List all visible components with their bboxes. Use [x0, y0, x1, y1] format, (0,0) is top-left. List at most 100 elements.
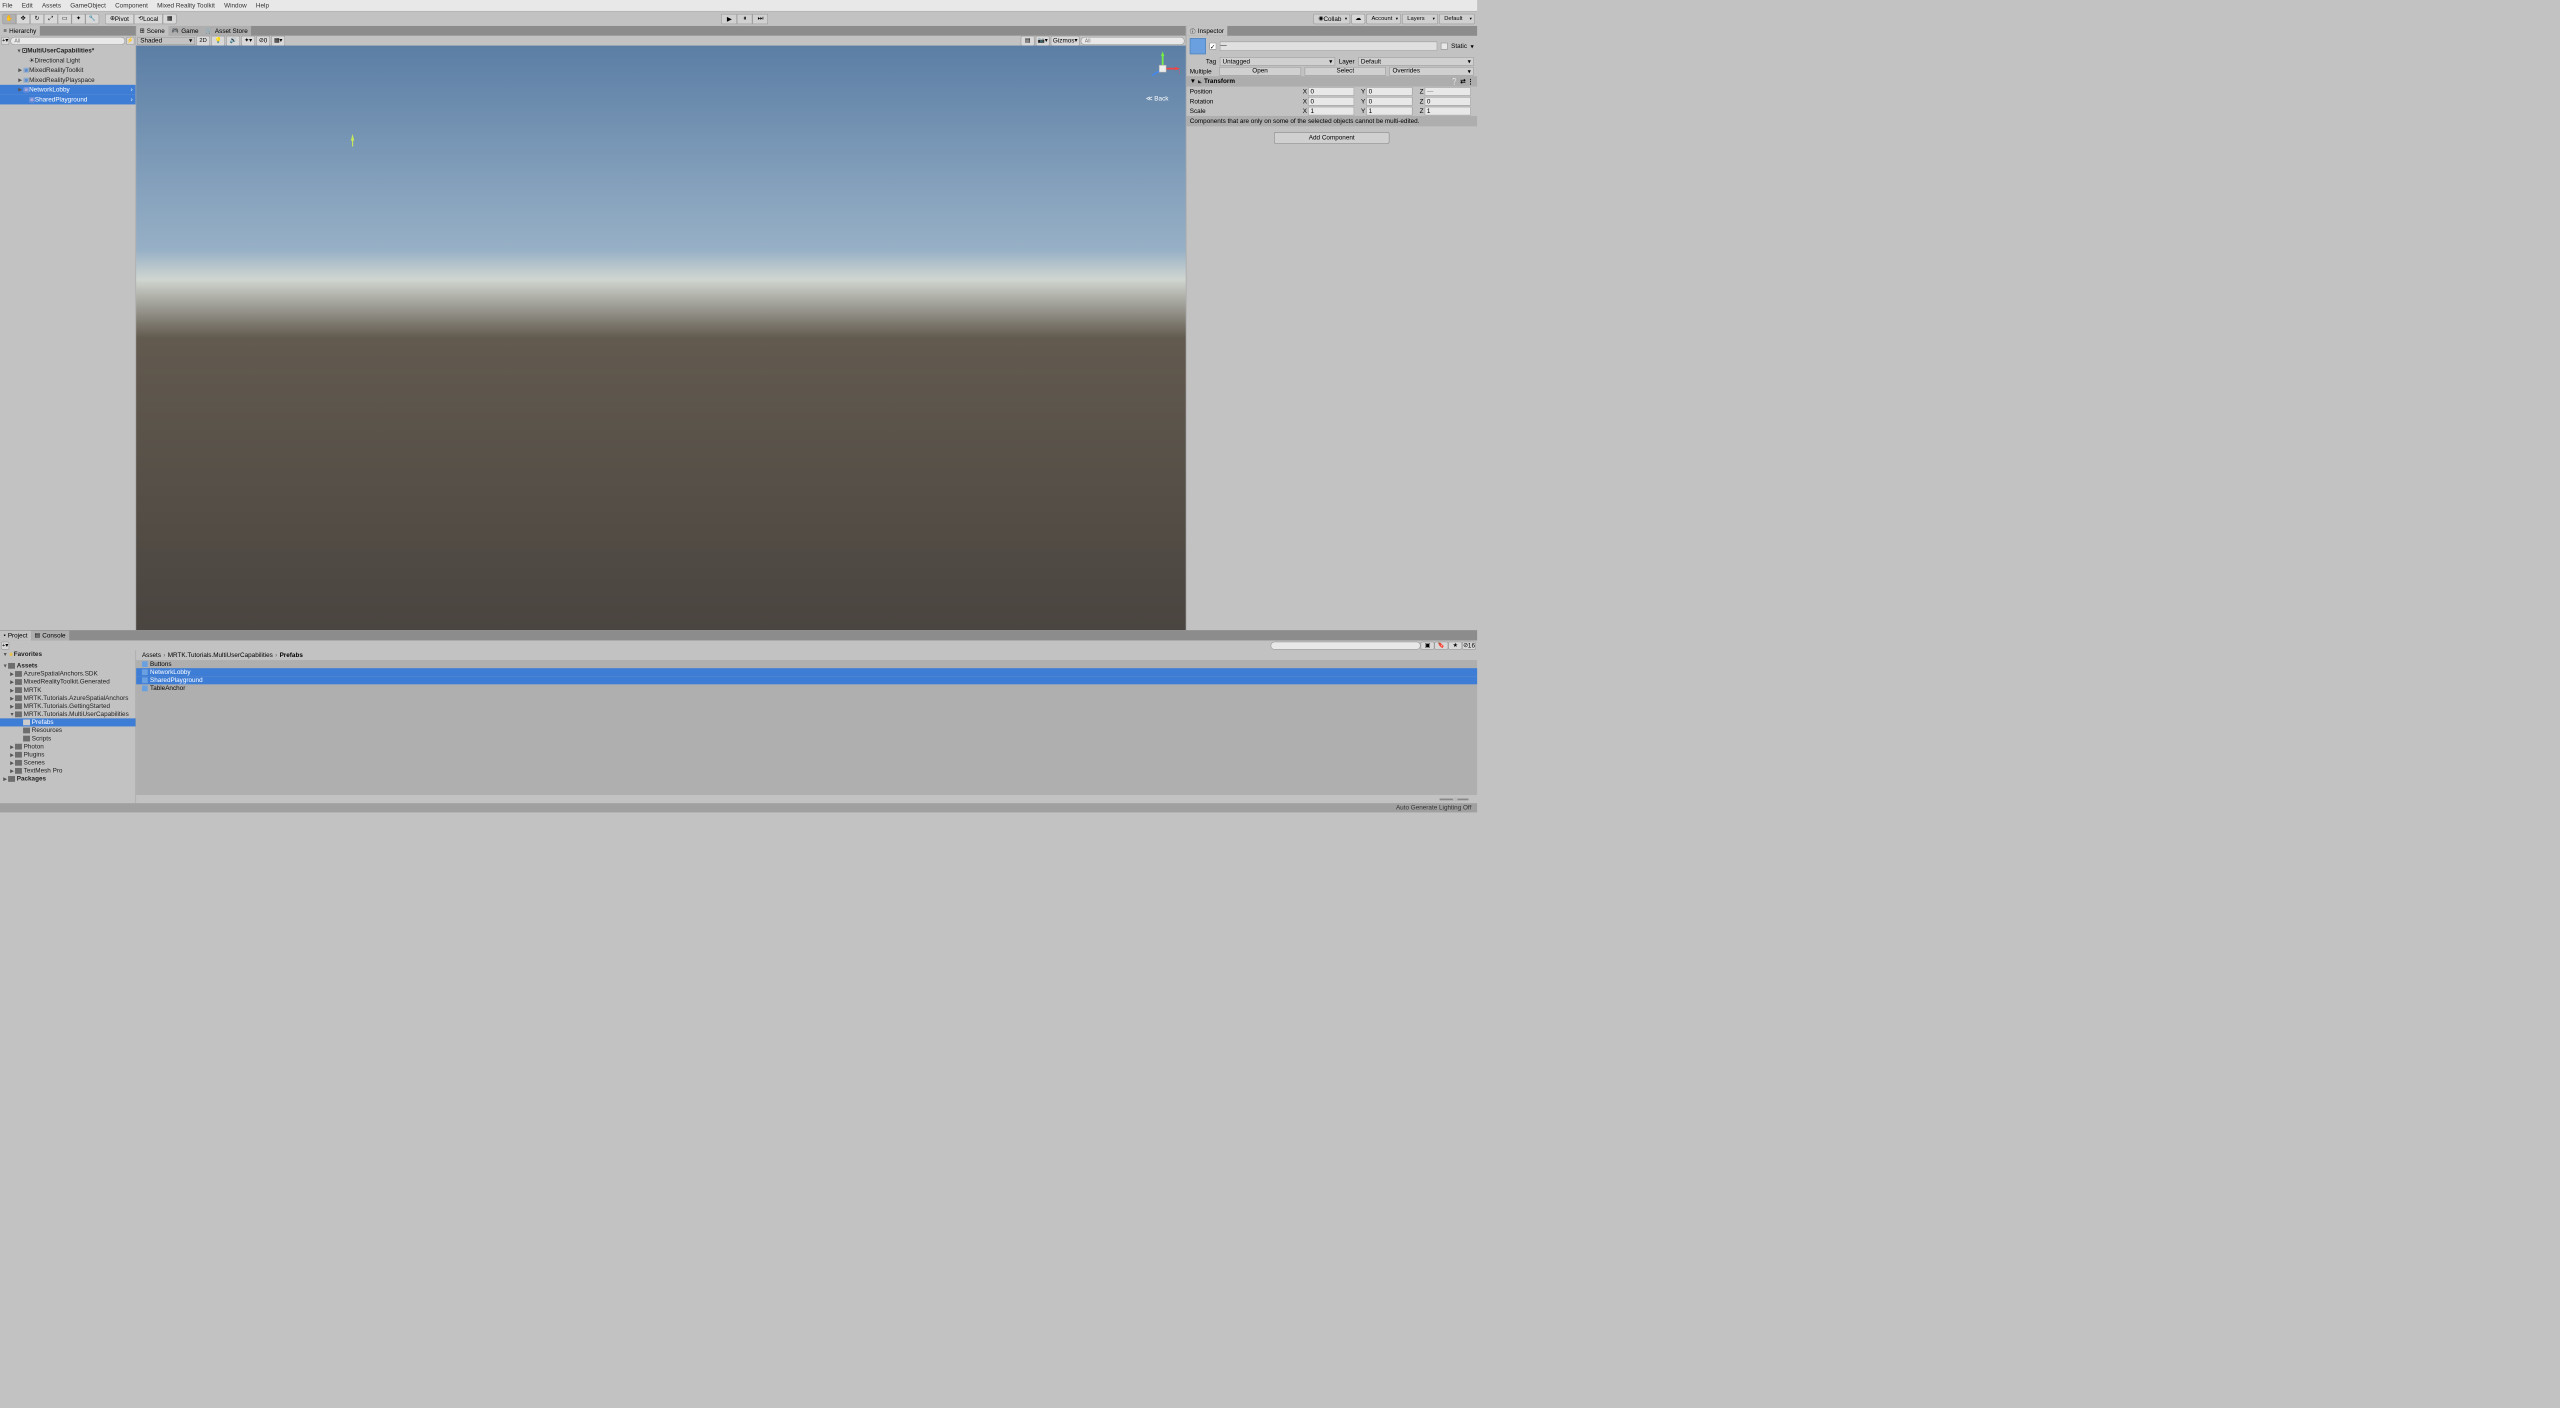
hierarchy-tab[interactable]: ≡ Hierarchy: [0, 26, 40, 36]
layers-dropdown[interactable]: Layers: [1402, 14, 1438, 24]
crumb-active[interactable]: Prefabs: [280, 652, 303, 659]
file-item-sel[interactable]: NetworkLobby: [136, 668, 1477, 676]
asset-store-tab[interactable]: 🛒 Asset Store: [202, 26, 251, 36]
folder[interactable]: ▼MRTK.Tutorials.MultiUserCapabilities: [0, 710, 136, 718]
pivot-toggle[interactable]: ⊕ Pivot: [105, 14, 134, 24]
transform-tool[interactable]: ✦: [72, 14, 86, 24]
lighting-status[interactable]: Auto Generate Lighting Off: [1396, 804, 1471, 811]
hierarchy-item[interactable]: ▶▣ MixedRealityPlayspace: [0, 75, 136, 85]
menu-assets[interactable]: Assets: [42, 2, 61, 9]
toggle-audio[interactable]: 🔊: [226, 35, 240, 45]
folder[interactable]: ▶TextMesh Pro: [0, 767, 136, 775]
account-dropdown[interactable]: Account: [1366, 14, 1401, 24]
folder[interactable]: ▶AzureSpatialAnchors.SDK: [0, 670, 136, 678]
step-button[interactable]: ⏭: [753, 14, 769, 24]
static-checkbox[interactable]: [1441, 43, 1448, 50]
rot-z[interactable]: [1425, 97, 1471, 106]
local-toggle[interactable]: ⟲ Local: [134, 14, 163, 24]
move-tool[interactable]: ✥: [16, 14, 30, 24]
folder[interactable]: ▶MixedRealityToolkit.Generated: [0, 678, 136, 686]
hierarchy-create[interactable]: +▾: [1, 37, 9, 45]
file-item[interactable]: Buttons: [136, 660, 1477, 668]
rotate-tool[interactable]: ↻: [30, 14, 44, 24]
favorite-search[interactable]: ★: [1448, 641, 1462, 649]
layout-dropdown[interactable]: Default: [1439, 14, 1475, 24]
menu-edit[interactable]: Edit: [22, 2, 33, 9]
rot-x[interactable]: [1308, 97, 1354, 106]
search-by-label[interactable]: 🔖: [1434, 641, 1448, 649]
hand-tool[interactable]: ✋: [2, 14, 16, 24]
axis-gizmo[interactable]: yx: [1145, 51, 1180, 86]
folder[interactable]: ▶MRTK: [0, 686, 136, 694]
select-prefab-button[interactable]: Select: [1304, 67, 1386, 76]
menu-component[interactable]: Component: [115, 2, 148, 9]
game-tab[interactable]: 🎮 Game: [168, 26, 202, 36]
scene-light-gizmo[interactable]: [344, 129, 361, 146]
crumb[interactable]: Assets: [142, 652, 161, 659]
object-name-field[interactable]: —: [1220, 42, 1438, 51]
active-checkbox[interactable]: ✓: [1209, 43, 1216, 50]
scl-x[interactable]: [1308, 107, 1354, 116]
thumbnail-size-slider[interactable]: [1440, 798, 1469, 800]
overrides-dropdown[interactable]: Overrides▾: [1390, 67, 1474, 76]
pos-z[interactable]: [1425, 87, 1471, 96]
gizmos-dropdown[interactable]: Gizmos ▾: [1051, 35, 1080, 45]
scene-search[interactable]: [1081, 37, 1185, 45]
search-by-type[interactable]: ▣: [1421, 641, 1435, 649]
toggle-grid[interactable]: ▦▾: [271, 35, 285, 45]
console-tab[interactable]: ▤ Console: [31, 631, 69, 641]
menu-window[interactable]: Window: [224, 2, 247, 9]
project-tab[interactable]: ▪ Project: [0, 631, 31, 641]
inspector-tab[interactable]: ⓘ Inspector: [1186, 26, 1227, 36]
tag-dropdown[interactable]: Untagged▾: [1220, 57, 1336, 66]
folder[interactable]: Scripts: [0, 735, 136, 743]
folder-sel[interactable]: Prefabs: [0, 718, 136, 726]
rect-tool[interactable]: ▭: [58, 14, 72, 24]
pos-x[interactable]: [1308, 87, 1354, 96]
layer-dropdown[interactable]: Default▾: [1358, 57, 1474, 66]
pause-button[interactable]: ⏸: [737, 14, 753, 24]
favorites[interactable]: ▼★ Favorites: [0, 650, 136, 658]
scl-y[interactable]: [1366, 107, 1412, 116]
hierarchy-item-sel[interactable]: ▶▣ NetworkLobby›: [0, 85, 136, 95]
folder[interactable]: ▶Scenes: [0, 759, 136, 767]
scl-z[interactable]: [1425, 107, 1471, 116]
project-search[interactable]: [1271, 641, 1421, 649]
assets-root[interactable]: ▼Assets: [0, 662, 136, 670]
scene-tools-icon[interactable]: ▤: [1021, 35, 1035, 45]
scene-camera[interactable]: 📷▾: [1036, 35, 1050, 45]
pos-y[interactable]: [1366, 87, 1412, 96]
shading-mode[interactable]: Shaded▾: [137, 37, 195, 45]
menu-help[interactable]: Help: [256, 2, 269, 9]
scale-tool[interactable]: ⤢: [44, 14, 58, 24]
menu-mrtk[interactable]: Mixed Reality Toolkit: [157, 2, 215, 9]
file-item-sel[interactable]: SharedPlayground: [136, 676, 1477, 684]
scene-view[interactable]: yx ≪ Back: [136, 46, 1186, 631]
folder[interactable]: Resources: [0, 726, 136, 734]
scene-tab[interactable]: ⊞ Scene: [136, 26, 168, 36]
folder[interactable]: ▶MRTK.Tutorials.AzureSpatialAnchors: [0, 694, 136, 702]
custom-tool[interactable]: 🔧: [85, 14, 99, 24]
collab-dropdown[interactable]: ◉ Collab: [1313, 14, 1350, 24]
toggle-2d[interactable]: 2D: [196, 35, 210, 45]
menu-gameobject[interactable]: GameObject: [70, 2, 106, 9]
snap-toggle[interactable]: ▦: [163, 14, 177, 24]
hidden-packages[interactable]: ⊘16: [1462, 641, 1476, 649]
hierarchy-item[interactable]: ▶▣ MixedRealityToolkit: [0, 65, 136, 75]
scene-root[interactable]: ▼⊡ MultiUserCapabilities*: [0, 46, 136, 56]
open-prefab-button[interactable]: Open: [1219, 67, 1301, 76]
folder[interactable]: ▶MRTK.Tutorials.GettingStarted: [0, 702, 136, 710]
hierarchy-filter[interactable]: ⚡: [126, 37, 134, 45]
play-button[interactable]: ▶: [722, 14, 738, 24]
toggle-hidden[interactable]: ⊘ 0: [256, 35, 270, 45]
crumb[interactable]: MRTK.Tutorials.MultiUserCapabilities: [168, 652, 273, 659]
add-component-button[interactable]: Add Component: [1274, 132, 1389, 144]
hierarchy-item[interactable]: ☀ Directional Light: [0, 55, 136, 65]
hierarchy-search[interactable]: [10, 37, 125, 45]
folder[interactable]: ▶Photon: [0, 743, 136, 751]
project-create[interactable]: +▾: [1, 641, 9, 649]
toggle-lighting[interactable]: 💡: [211, 35, 225, 45]
rot-y[interactable]: [1366, 97, 1412, 106]
cloud-button[interactable]: ☁: [1351, 14, 1365, 24]
toggle-fx[interactable]: ✦▾: [241, 35, 255, 45]
